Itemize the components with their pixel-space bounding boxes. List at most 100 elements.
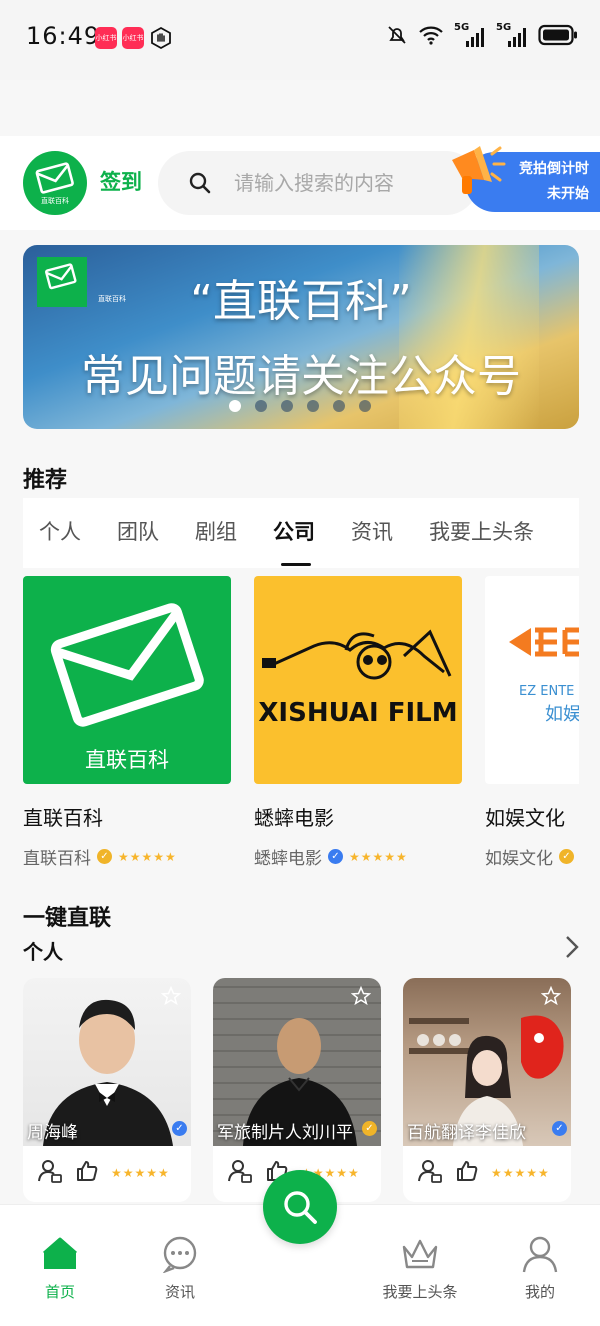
nav-headline-label: 我要上头条 bbox=[382, 1283, 458, 1301]
person-name: 军旅制片人刘川平 bbox=[217, 1123, 353, 1143]
person-card[interactable]: 百航翻译李佳欣 ✓ ★★★★★ bbox=[403, 978, 571, 1202]
contact-person-icon[interactable] bbox=[227, 1158, 253, 1188]
tab-team[interactable]: 团队 bbox=[117, 516, 159, 546]
status-bar: 16:49 小红书 小红书 5G 5G bbox=[0, 0, 600, 80]
company-card[interactable]: EZ ENTE 如娱 如娱文化 如娱文化 ✓ ★★★★★ bbox=[485, 576, 579, 869]
favorite-star-icon[interactable] bbox=[350, 985, 372, 1010]
company-meta: 直联百科 ✓ ★★★★★ bbox=[23, 844, 177, 869]
mute-icon bbox=[386, 24, 408, 50]
envelope-icon bbox=[50, 603, 204, 727]
tab-personal[interactable]: 个人 bbox=[39, 516, 81, 546]
rating-stars: ★★★★★ bbox=[118, 849, 177, 864]
verified-badge-icon: ✓ bbox=[559, 849, 574, 864]
app-logo[interactable]: 直联百科 bbox=[23, 151, 87, 215]
nav-home[interactable]: 首页 bbox=[0, 1235, 120, 1302]
company-name: 蟋蟀电影 bbox=[254, 806, 334, 830]
wifi-icon bbox=[418, 25, 444, 49]
xiaohongshu-notification-icon: 小红书 bbox=[122, 27, 144, 49]
nav-profile-label: 我的 bbox=[524, 1283, 555, 1301]
thumbs-up-icon[interactable] bbox=[75, 1159, 99, 1187]
rating-stars: ★★★★★ bbox=[111, 1166, 170, 1180]
verified-badge-icon: ✓ bbox=[552, 1121, 567, 1136]
tab-headline[interactable]: 我要上头条 bbox=[429, 516, 534, 546]
person-actions: ★★★★★ bbox=[37, 1158, 170, 1188]
cellular-signal-icon: 5G bbox=[454, 22, 486, 49]
verified-badge-icon: ✓ bbox=[362, 1121, 377, 1136]
xiaohongshu-notification-icon: 小红书 bbox=[95, 27, 117, 49]
auction-countdown-label: 竞拍倒计时 bbox=[519, 161, 589, 177]
company-cards: 直联百科 直联百科 直联百科 ✓ ★★★★★ XISHUAI FILM 蟋蟀电影… bbox=[23, 576, 579, 876]
company-card[interactable]: 直联百科 直联百科 直联百科 ✓ ★★★★★ bbox=[23, 576, 231, 869]
recommend-tabs: 个人 团队 剧组 公司 资讯 我要上头条 bbox=[23, 498, 579, 568]
battery-icon bbox=[538, 24, 578, 50]
banner-dot[interactable] bbox=[229, 400, 241, 412]
cricket-logo-icon bbox=[262, 629, 452, 680]
search-bar[interactable] bbox=[158, 151, 478, 215]
banner-pagination bbox=[229, 400, 371, 412]
status-time: 16:49 bbox=[26, 22, 101, 50]
company-card[interactable]: XISHUAI FILM 蟋蟀电影 蟋蟀电影 ✓ ★★★★★ bbox=[254, 576, 462, 869]
ez-logo-icon bbox=[509, 627, 579, 657]
tab-crew[interactable]: 剧组 bbox=[195, 516, 237, 546]
chevron-right-icon[interactable] bbox=[564, 935, 580, 963]
banner-dot[interactable] bbox=[255, 400, 267, 412]
company-name: 如娱文化 bbox=[485, 806, 565, 830]
thumbs-up-icon[interactable] bbox=[455, 1159, 479, 1187]
crown-icon bbox=[400, 1239, 440, 1277]
tab-news[interactable]: 资讯 bbox=[351, 516, 393, 546]
promo-banner[interactable]: 直联百科 “直联百科” 常见问题请关注公众号 bbox=[23, 245, 579, 429]
auction-status-label: 未开始 bbox=[547, 186, 589, 202]
contact-person-icon[interactable] bbox=[37, 1158, 63, 1188]
person-name: 百航翻译李佳欣 bbox=[407, 1123, 526, 1143]
person-actions: ★★★★★ bbox=[417, 1158, 550, 1188]
people-subtitle: 个人 bbox=[23, 940, 63, 964]
person-card[interactable]: 军旅制片人刘川平 ✓ ★★★★★ bbox=[213, 978, 381, 1202]
company-logo-image: XISHUAI FILM bbox=[254, 576, 462, 784]
nav-home-label: 首页 bbox=[44, 1283, 75, 1301]
nav-headline[interactable]: 我要上头条 bbox=[360, 1235, 480, 1302]
nav-news[interactable]: 资讯 bbox=[120, 1235, 240, 1302]
person-icon bbox=[520, 1236, 560, 1277]
banner-dot[interactable] bbox=[359, 400, 371, 412]
checkin-button[interactable]: 签到 bbox=[100, 166, 142, 196]
top-header: 直联百科 签到 竞拍倒计时 未开始 bbox=[0, 136, 600, 230]
verified-badge-icon: ✓ bbox=[172, 1121, 187, 1136]
search-input[interactable] bbox=[234, 165, 464, 201]
company-meta: 蟋蟀电影 ✓ ★★★★★ bbox=[254, 844, 408, 869]
banner-title: “直联百科” bbox=[190, 276, 412, 327]
company-logo-caption: 直联百科 bbox=[85, 748, 169, 772]
company-name: 直联百科 bbox=[23, 806, 103, 830]
banner-dot[interactable] bbox=[281, 400, 293, 412]
center-search-button[interactable] bbox=[263, 1170, 337, 1244]
rating-stars: ★★★★★ bbox=[349, 849, 408, 864]
section-title-direct: 一键直联 bbox=[23, 906, 112, 931]
active-tab-indicator bbox=[281, 563, 311, 566]
search-icon bbox=[188, 171, 212, 199]
tab-company[interactable]: 公司 bbox=[273, 516, 315, 546]
nav-profile[interactable]: 我的 bbox=[480, 1235, 600, 1302]
company-logo-caption-cn: 如娱 bbox=[545, 704, 579, 725]
chat-bubble-icon bbox=[160, 1236, 200, 1277]
favorite-star-icon[interactable] bbox=[160, 985, 182, 1010]
banner-dot[interactable] bbox=[333, 400, 345, 412]
company-logo-caption: XISHUAI FILM bbox=[258, 698, 458, 728]
rating-stars: ★★★★★ bbox=[491, 1166, 550, 1180]
company-subtitle: 蟋蟀电影 bbox=[254, 849, 322, 869]
logo-caption: 直联百科 bbox=[41, 197, 69, 205]
contact-person-icon[interactable] bbox=[417, 1158, 443, 1188]
person-card[interactable]: 周海峰 ✓ ★★★★★ bbox=[23, 978, 191, 1202]
nav-news-label: 资讯 bbox=[164, 1283, 195, 1301]
favorite-star-icon[interactable] bbox=[540, 985, 562, 1010]
home-icon bbox=[40, 1237, 80, 1277]
search-icon bbox=[284, 1191, 317, 1224]
network-type-label: 5G bbox=[496, 22, 512, 33]
status-icons: 5G 5G bbox=[386, 22, 578, 50]
megaphone-icon bbox=[446, 136, 506, 204]
verified-badge-icon: ✓ bbox=[328, 849, 343, 864]
verified-badge-icon: ✓ bbox=[97, 849, 112, 864]
person-name: 周海峰 bbox=[27, 1123, 78, 1143]
banner-dot[interactable] bbox=[307, 400, 319, 412]
hand-icon bbox=[149, 26, 173, 54]
company-logo-image: 直联百科 bbox=[23, 576, 231, 784]
company-meta: 如娱文化 ✓ ★★★★★ bbox=[485, 844, 579, 869]
